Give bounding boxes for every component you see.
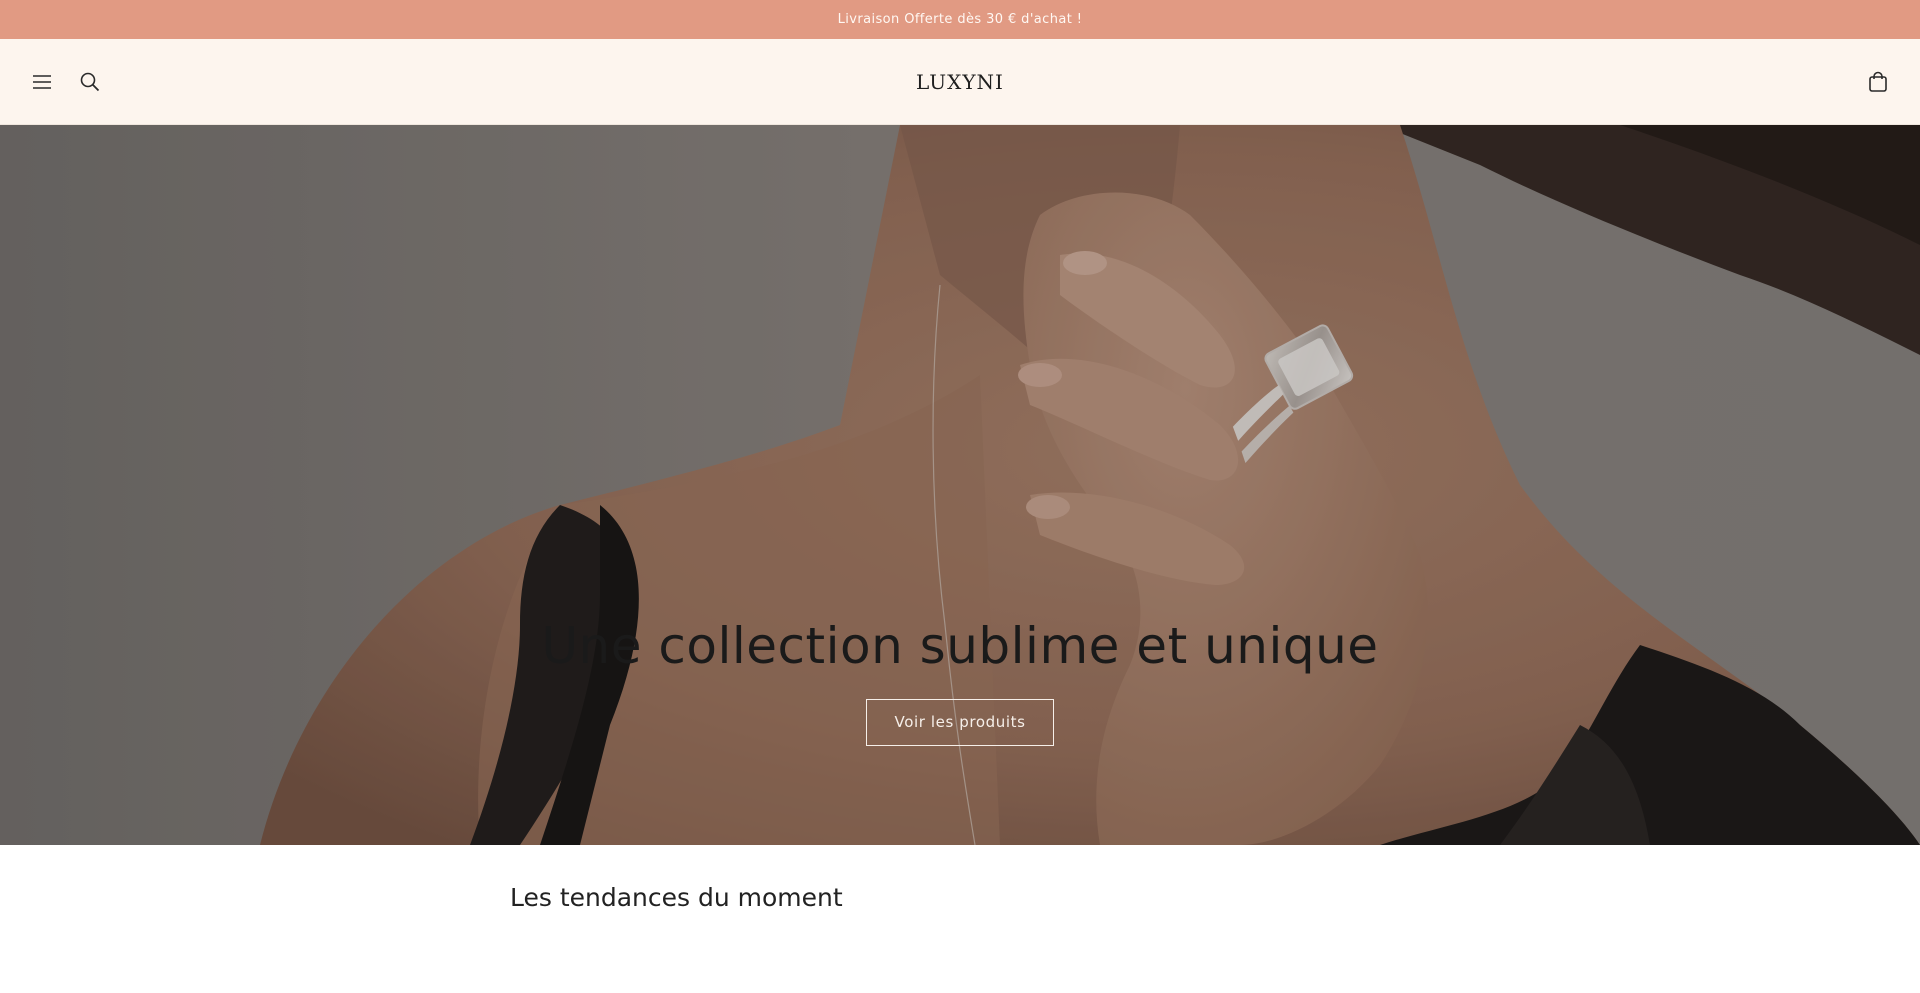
section-title: Les tendances du moment <box>510 883 843 912</box>
menu-icon <box>33 74 51 89</box>
menu-button[interactable] <box>28 68 56 96</box>
cart-button[interactable] <box>1864 68 1892 96</box>
hero-banner: Une collection sublime et unique Voir le… <box>0 125 1920 845</box>
view-products-button[interactable]: Voir les produits <box>865 699 1055 746</box>
announcement-bar: Livraison Offerte dès 30 € d'achat ! <box>0 0 1920 39</box>
announcement-text: Livraison Offerte dès 30 € d'achat ! <box>837 12 1083 27</box>
header-right-actions <box>1864 39 1892 124</box>
search-button[interactable] <box>76 68 104 96</box>
hero-title: Une collection sublime et unique <box>541 617 1379 675</box>
search-icon <box>80 72 100 91</box>
header-left-actions <box>28 39 104 124</box>
trending-section: Les tendances du moment <box>0 845 1920 993</box>
site-header: LUXYNI <box>0 39 1920 125</box>
site-logo[interactable]: LUXYNI <box>0 39 1920 124</box>
cart-icon <box>1869 71 1887 92</box>
hero-content: Une collection sublime et unique Voir le… <box>0 617 1920 746</box>
